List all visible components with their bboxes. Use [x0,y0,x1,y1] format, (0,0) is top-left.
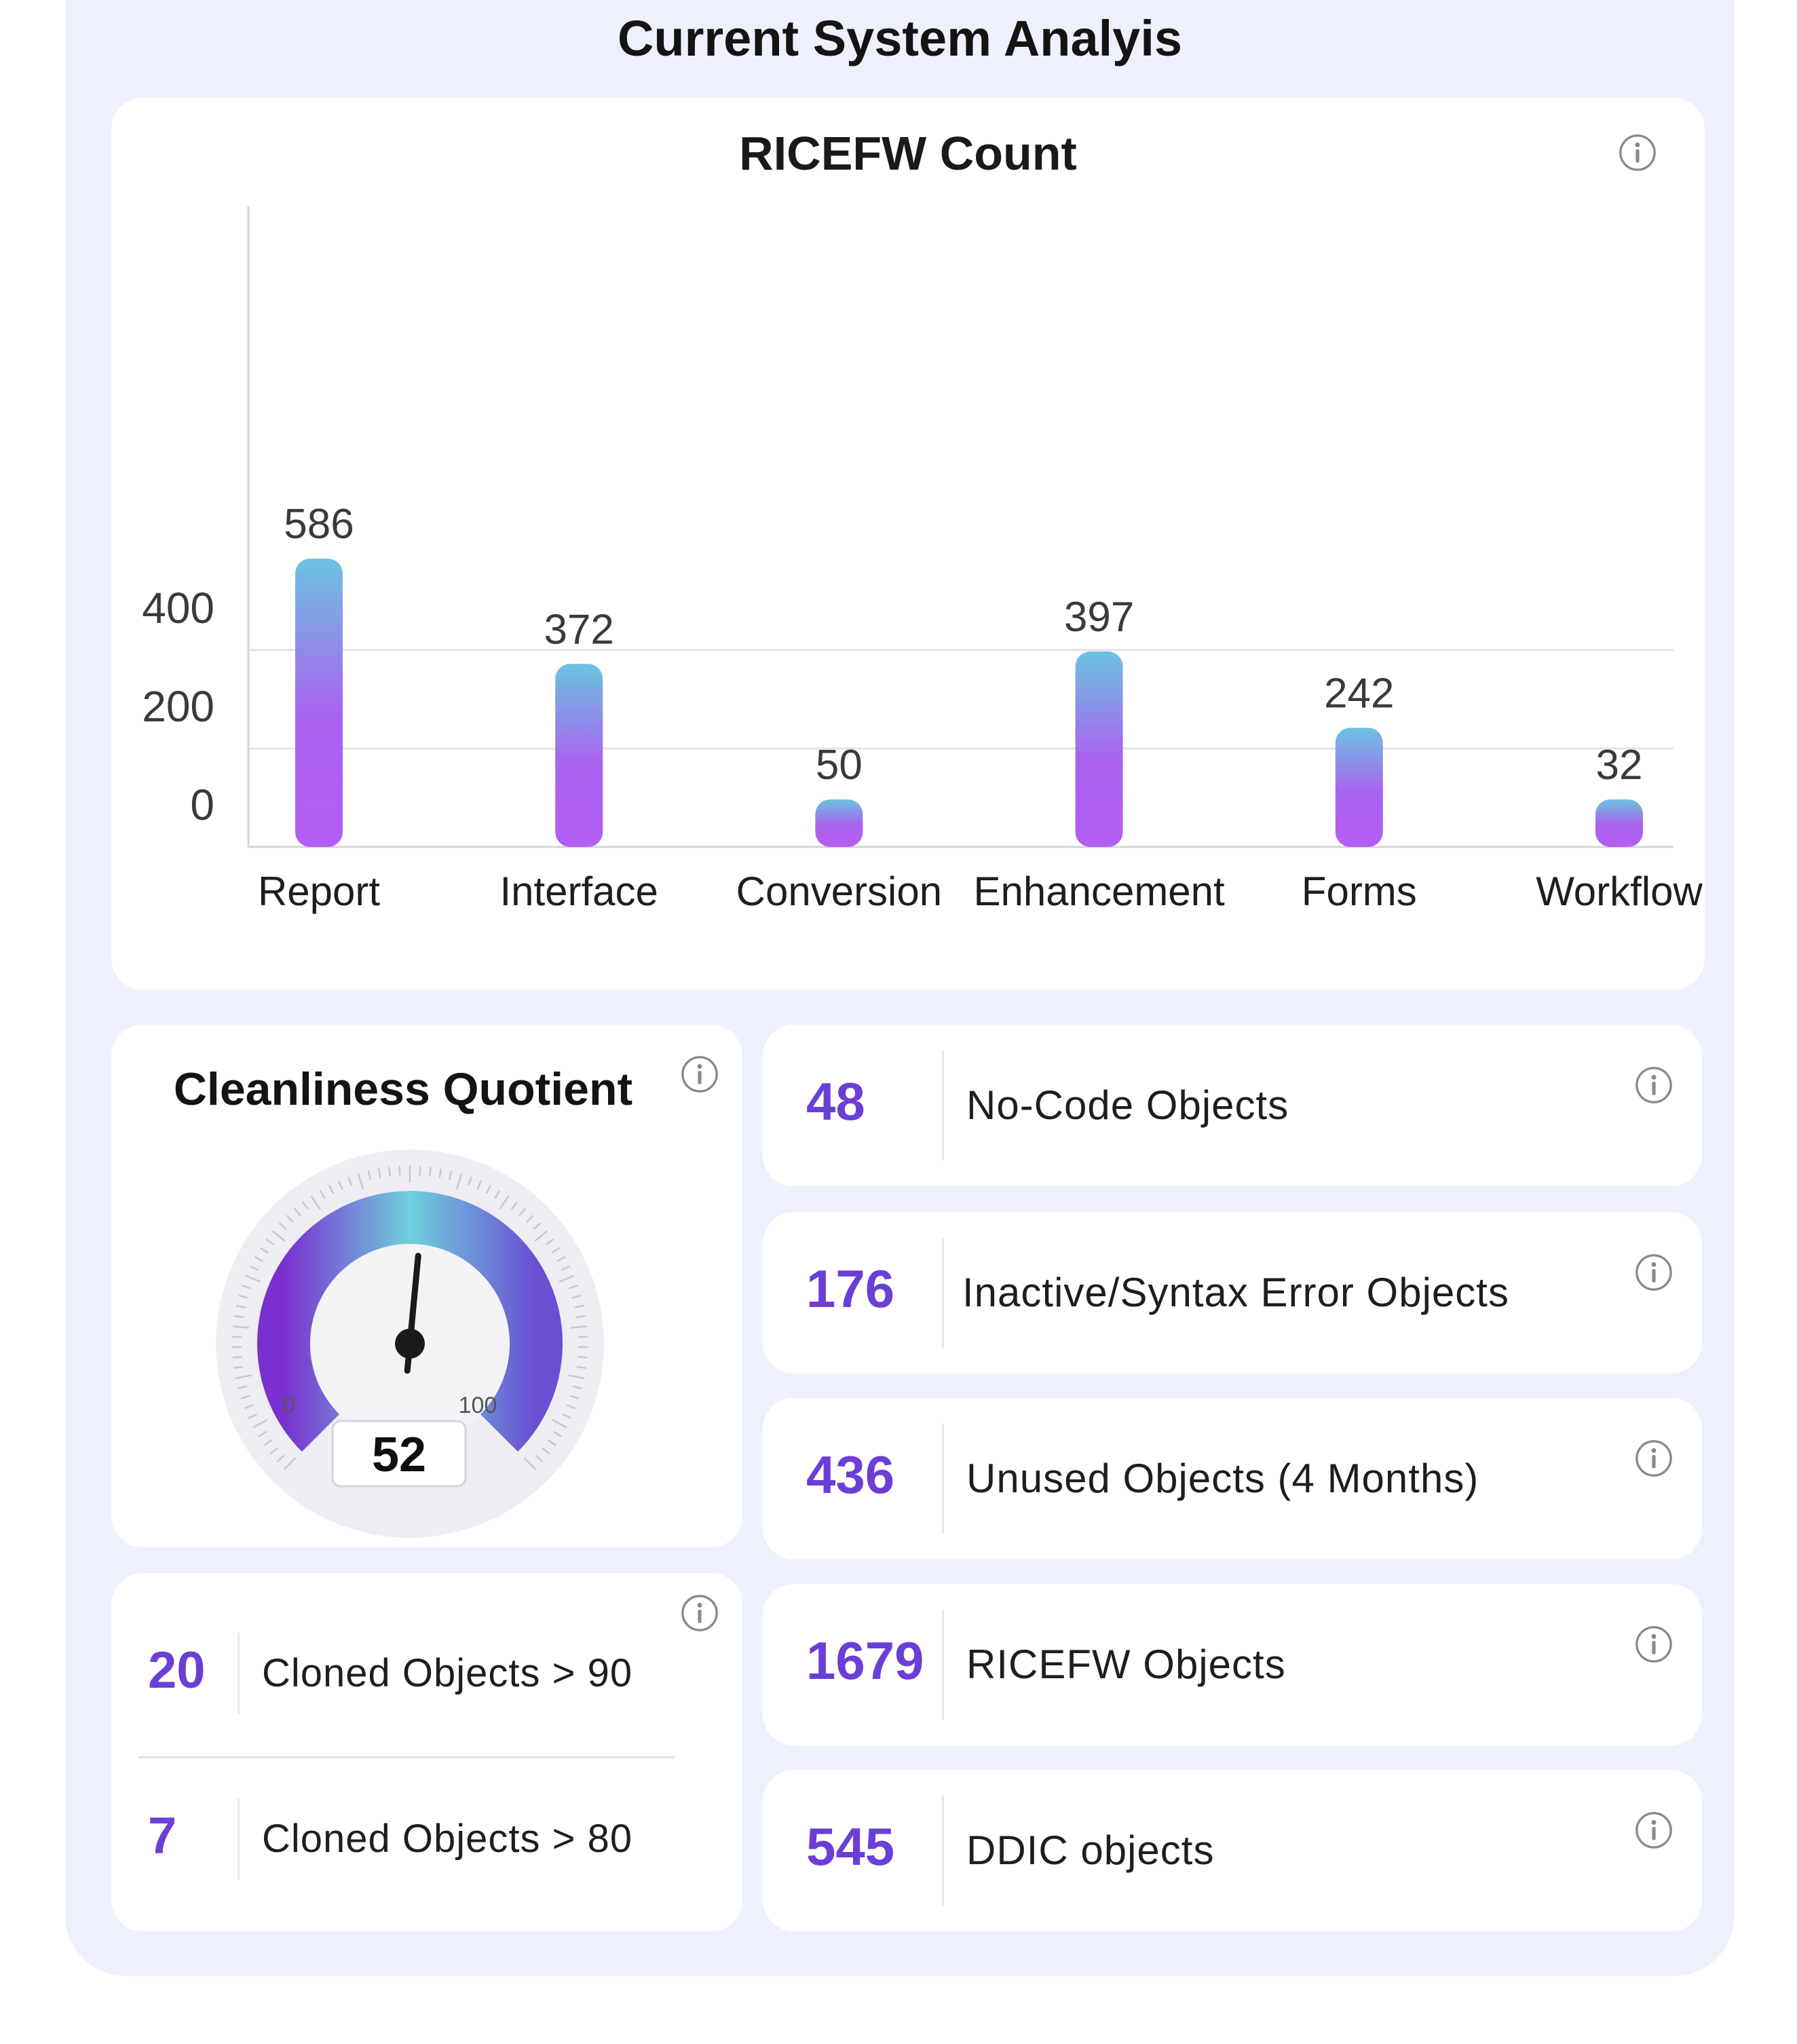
cloned-row: 7 Cloned Objects > 80 [111,1787,742,1889]
gauge-hub [395,1329,425,1359]
info-icon[interactable] [680,1055,719,1094]
stat-label: DDIC objects [966,1828,1215,1873]
cloned-label: Cloned Objects > 90 [262,1651,633,1695]
x-tick-label: Workflow [1536,869,1703,914]
cloned-label: Cloned Objects > 80 [262,1817,633,1861]
stat-label: Unused Objects (4 Months) [966,1456,1479,1501]
gauge-value: 52 [372,1428,426,1482]
stat-value: 48 [806,1072,865,1131]
y-tick-label: 400 [142,584,214,632]
ricefw-chart-card: RICEFW Count 0 200 400 586 Report 372 Interfac… [111,98,1705,989]
x-tick-label: Conversion [736,869,943,914]
stat-value: 1679 [806,1631,924,1690]
x-tick-label: Enhancement [973,869,1225,914]
bar-conversion [815,799,863,847]
cloned-count: 20 [148,1642,206,1699]
stat-card-inactive: 176 Inactive/Syntax Error Objects [763,1212,1702,1374]
stat-value: 176 [806,1259,895,1319]
bar-enhancement [1075,651,1123,847]
stat-card-unused: 436 Unused Objects (4 Months) [763,1398,1702,1559]
cleanliness-quotient-card: Cleanliness Quotient 0 100 52 [111,1025,742,1547]
x-tick-label: Report [258,869,380,914]
cleanliness-gauge: 0 100 52 [216,1150,604,1538]
bar-value-label: 586 [284,501,354,548]
info-icon[interactable] [1634,1811,1673,1850]
analysis-panel: Current System Analyis RICEFW Count 0 200… [65,0,1735,1976]
cloned-objects-card: 20 Cloned Objects > 90 7 Cloned Objects … [111,1573,742,1931]
gauge-min-label: 0 [282,1393,295,1418]
cloned-count: 7 [148,1807,177,1865]
x-tick-label: Interface [499,869,658,914]
y-tick-label: 0 [190,780,214,829]
bar-value-label: 242 [1324,670,1394,717]
cloned-row: 20 Cloned Objects > 90 [111,1622,742,1724]
bar-chart: 0 200 400 586 Report 372 Interface 50 Conversion… [142,206,1703,914]
bar-forms [1335,727,1383,847]
x-tick-label: Forms [1302,869,1417,914]
stat-label: RICEFW Objects [966,1642,1286,1687]
stat-label: No-Code Objects [966,1082,1289,1128]
separator [238,1798,240,1880]
bar-value-label: 372 [544,606,613,653]
bar-interface [555,664,603,847]
bar-report [295,559,343,847]
info-icon[interactable] [1634,1253,1673,1292]
info-icon[interactable] [1634,1625,1673,1664]
info-icon[interactable] [1634,1439,1673,1478]
stat-card-ddic: 545 DDIC objects [763,1770,1702,1931]
bar-value-label: 397 [1064,594,1134,641]
bar-value-label: 50 [816,742,863,789]
divider [138,1756,675,1758]
bar-workflow [1595,799,1643,847]
separator [942,1424,944,1534]
separator [942,1796,944,1906]
page-title: Current System Analyis [617,10,1183,67]
stat-label: Inactive/Syntax Error Objects [962,1270,1509,1315]
stat-card-ricefw-objects: 1679 RICEFW Objects [763,1584,1702,1745]
separator [942,1051,944,1160]
stat-value: 436 [806,1445,895,1504]
info-icon[interactable] [1634,1065,1673,1105]
separator [942,1610,944,1720]
cleanliness-title: Cleanliness Quotient [173,1063,633,1115]
gauge-max-label: 100 [459,1393,497,1418]
stat-value: 545 [806,1817,895,1876]
bar-value-label: 32 [1596,742,1643,789]
stat-card-no-code: 48 No-Code Objects [763,1025,1702,1186]
y-tick-label: 200 [142,682,214,731]
separator [238,1633,240,1714]
separator [942,1238,944,1348]
